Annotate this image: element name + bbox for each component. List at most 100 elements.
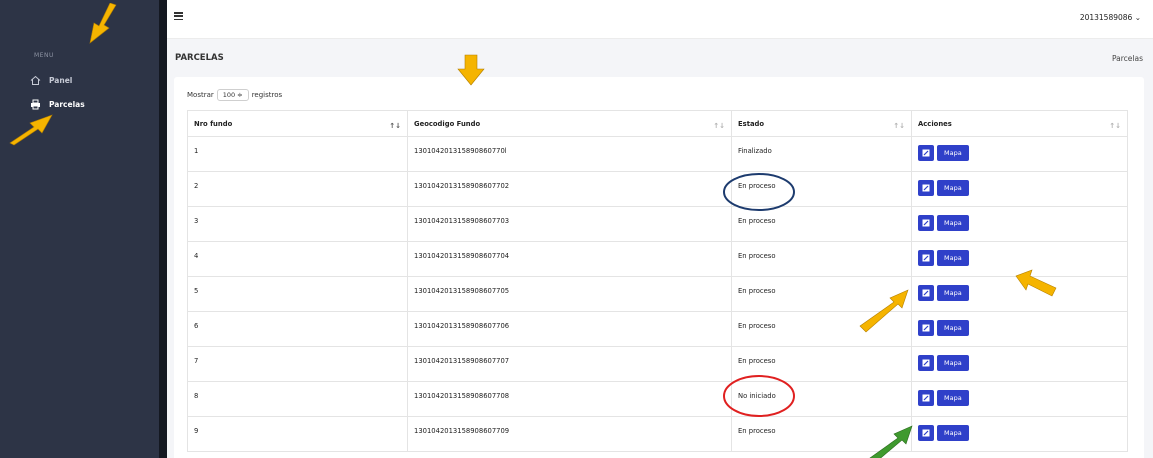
edit-button[interactable]: [918, 180, 934, 196]
cell-geocodigo: 1301042013158908607705: [407, 276, 732, 312]
cell-nro-fundo: 4: [187, 241, 408, 277]
edit-icon: [922, 394, 930, 402]
cell-estado: En proceso: [731, 206, 912, 242]
mapa-button[interactable]: Mapa: [937, 285, 969, 301]
cell-nro-fundo: 2: [187, 171, 408, 207]
sidebar: MENU Panel Parcelas: [0, 0, 159, 458]
table-row: 1 130104201315890860770l Finalizado Mapa: [187, 136, 1128, 172]
mapa-button[interactable]: Mapa: [937, 355, 969, 371]
mapa-button[interactable]: Mapa: [937, 425, 969, 441]
cell-geocodigo: 1301042013158908607703: [407, 206, 732, 242]
cell-geocodigo: 1301042013158908607707: [407, 346, 732, 382]
table-row: 4 1301042013158908607704 En proceso Mapa: [187, 241, 1128, 277]
mapa-button[interactable]: Mapa: [937, 390, 969, 406]
edit-button[interactable]: [918, 285, 934, 301]
sidebar-item-label: Panel: [49, 76, 73, 85]
edit-button[interactable]: [918, 390, 934, 406]
edit-icon: [922, 149, 930, 157]
table-row: 9 1301042013158908607709 En proceso Mapa: [187, 416, 1128, 452]
cell-estado: En proceso: [731, 241, 912, 277]
edit-icon: [922, 254, 930, 262]
sort-icon[interactable]: ↑↓: [1109, 122, 1121, 130]
records-label: registros: [251, 91, 283, 99]
topbar: 20131589086 ⌄: [167, 0, 1153, 39]
cell-nro-fundo: 1: [187, 136, 408, 172]
table-header-row: Nro fundo ↑↓ Geocodigo Fundo ↑↓ Estado ↑↓ A…: [187, 110, 1128, 137]
edit-icon: [922, 219, 930, 227]
parcelas-table: Nro fundo ↑↓ Geocodigo Fundo ↑↓ Estado ↑↓ A…: [187, 110, 1128, 452]
cell-acciones: Mapa: [911, 136, 1128, 172]
cell-geocodigo: 1301042013158908607708: [407, 381, 732, 417]
sidebar-item-parcelas[interactable]: Parcelas: [30, 99, 85, 110]
page-title: PARCELAS: [175, 53, 224, 63]
edit-button[interactable]: [918, 320, 934, 336]
cell-estado: En proceso: [731, 311, 912, 347]
cell-nro-fundo: 9: [187, 416, 408, 452]
sidebar-divider: [159, 0, 167, 458]
cell-nro-fundo: 8: [187, 381, 408, 417]
cell-acciones: Mapa: [911, 416, 1128, 452]
header-estado[interactable]: Estado ↑↓: [731, 110, 912, 137]
sidebar-item-panel[interactable]: Panel: [30, 75, 72, 86]
cell-acciones: Mapa: [911, 276, 1128, 312]
edit-icon: [922, 359, 930, 367]
table-row: 7 1301042013158908607707 En proceso Mapa: [187, 346, 1128, 382]
cell-estado: En proceso: [731, 346, 912, 382]
edit-icon: [922, 324, 930, 332]
page-length-control: Mostrar 100 ≑ registros: [187, 89, 282, 101]
cell-nro-fundo: 6: [187, 311, 408, 347]
cell-estado: En proceso: [731, 171, 912, 207]
mapa-button[interactable]: Mapa: [937, 320, 969, 336]
cell-estado: No iniciado: [731, 381, 912, 417]
cell-acciones: Mapa: [911, 171, 1128, 207]
cell-acciones: Mapa: [911, 381, 1128, 417]
edit-button[interactable]: [918, 355, 934, 371]
cell-acciones: Mapa: [911, 241, 1128, 277]
cell-nro-fundo: 3: [187, 206, 408, 242]
hamburger-menu-icon[interactable]: [174, 12, 183, 21]
table-row: 2 1301042013158908607702 En proceso Mapa: [187, 171, 1128, 207]
sort-icon[interactable]: ↑↓: [389, 122, 401, 130]
cell-nro-fundo: 7: [187, 346, 408, 382]
cell-geocodigo: 130104201315890860770l: [407, 136, 732, 172]
user-menu[interactable]: 20131589086 ⌄: [1080, 13, 1141, 22]
cell-geocodigo: 1301042013158908607702: [407, 171, 732, 207]
mapa-button[interactable]: Mapa: [937, 215, 969, 231]
sidebar-menu-label: MENU: [34, 52, 54, 59]
cell-acciones: Mapa: [911, 206, 1128, 242]
table-row: 5 1301042013158908607705 En proceso Mapa: [187, 276, 1128, 312]
cell-geocodigo: 1301042013158908607704: [407, 241, 732, 277]
edit-icon: [922, 429, 930, 437]
edit-button[interactable]: [918, 215, 934, 231]
main-content: PARCELAS Parcelas Mostrar 100 ≑ registro…: [167, 39, 1153, 458]
table-row: 8 1301042013158908607708 No iniciado Mapa: [187, 381, 1128, 417]
table-row: 6 1301042013158908607706 En proceso Mapa: [187, 311, 1128, 347]
cell-estado: Finalizado: [731, 136, 912, 172]
cell-estado: En proceso: [731, 276, 912, 312]
header-acciones[interactable]: Acciones ↑↓: [911, 110, 1128, 137]
page-size-select[interactable]: 100 ≑: [216, 89, 249, 101]
cell-geocodigo: 1301042013158908607706: [407, 311, 732, 347]
edit-button[interactable]: [918, 145, 934, 161]
sort-icon[interactable]: ↑↓: [713, 122, 725, 130]
mapa-button[interactable]: Mapa: [937, 180, 969, 196]
mapa-button[interactable]: Mapa: [937, 250, 969, 266]
cell-nro-fundo: 5: [187, 276, 408, 312]
breadcrumb[interactable]: Parcelas: [1112, 54, 1143, 63]
printer-icon: [30, 99, 41, 110]
header-geocodigo[interactable]: Geocodigo Fundo ↑↓: [407, 110, 732, 137]
app-window: MENU Panel Parcelas 20131589086 ⌄ PARCEL…: [0, 0, 1153, 458]
home-icon: [30, 75, 41, 86]
cell-geocodigo: 1301042013158908607709: [407, 416, 732, 452]
cell-acciones: Mapa: [911, 346, 1128, 382]
edit-button[interactable]: [918, 425, 934, 441]
cell-acciones: Mapa: [911, 311, 1128, 347]
header-nro-fundo[interactable]: Nro fundo ↑↓: [187, 110, 408, 137]
table-row: 3 1301042013158908607703 En proceso Mapa: [187, 206, 1128, 242]
edit-icon: [922, 184, 930, 192]
cell-estado: En proceso: [731, 416, 912, 452]
edit-button[interactable]: [918, 250, 934, 266]
sort-icon[interactable]: ↑↓: [893, 122, 905, 130]
mapa-button[interactable]: Mapa: [937, 145, 969, 161]
sidebar-item-label: Parcelas: [49, 100, 85, 109]
